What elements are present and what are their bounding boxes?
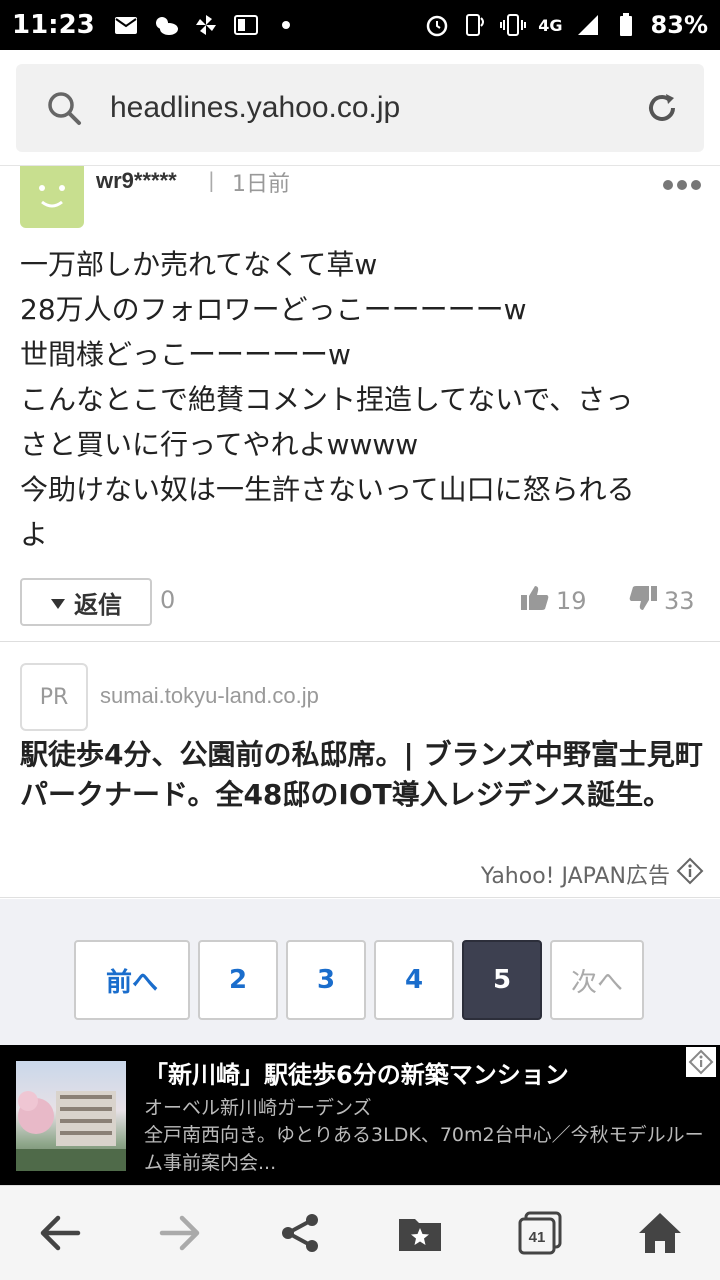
bookmarks-icon[interactable] <box>392 1205 448 1261</box>
comment-line: 今助けない奴は一生許さないって山口に怒られる <box>20 473 635 506</box>
ad-info-icon <box>676 857 704 891</box>
reply-label: 返信 <box>74 590 122 619</box>
reply-count: 0 <box>160 586 176 614</box>
banner-ad-description: 全戸南西向き。ゆとりある3LDK、70m2台中心／今秋モデルルーム事前案内会..… <box>144 1124 704 1174</box>
browser-toolbar: headlines.yahoo.co.jp <box>0 50 720 166</box>
dislike-count: 33 <box>664 587 695 615</box>
pinwheel-icon <box>193 13 219 37</box>
status-bar: 11:23 4G 83% <box>0 0 720 50</box>
tabs-icon[interactable]: 41 <box>512 1205 568 1261</box>
avatar[interactable] <box>20 166 84 228</box>
comment-time: 1日前 <box>232 172 290 197</box>
address-bar[interactable]: headlines.yahoo.co.jp <box>16 64 704 152</box>
page-2-button[interactable]: 2 <box>198 940 278 1020</box>
comment-line: さと買いに行ってやれよwwww <box>20 428 419 461</box>
phone-signal-icon <box>462 13 488 37</box>
next-page-button: 次へ <box>550 940 644 1020</box>
app-icon <box>233 13 259 37</box>
signal-icon <box>575 13 601 37</box>
thumbs-down-icon <box>628 584 658 618</box>
page-5-button-current[interactable]: 5 <box>462 940 542 1020</box>
pr-badge: PR <box>20 663 88 731</box>
share-icon[interactable] <box>272 1205 328 1261</box>
mail-icon <box>113 13 139 37</box>
tab-count: 41 <box>529 1229 546 1246</box>
meta-separator: | <box>208 168 215 192</box>
status-time: 11:23 <box>12 10 95 40</box>
reload-icon[interactable] <box>642 88 682 128</box>
back-arrow-icon[interactable] <box>32 1205 88 1261</box>
ad-info-icon[interactable] <box>686 1047 716 1077</box>
like-count: 19 <box>556 587 587 615</box>
pagination: 前へ 2 3 4 5 次へ <box>74 940 644 1020</box>
battery-icon <box>613 13 639 37</box>
ad-thumbnail <box>16 1061 126 1171</box>
battery-percent: 83% <box>650 11 708 39</box>
vibrate-icon <box>500 13 527 37</box>
comment-username[interactable]: wr9***** <box>96 168 177 194</box>
prev-page-button[interactable]: 前へ <box>74 940 190 1020</box>
dislike-button[interactable]: 33 <box>628 584 695 618</box>
banner-ad-subtitle: オーベル新川崎ガーデンズ <box>144 1097 372 1119</box>
more-options-icon[interactable] <box>662 176 702 190</box>
notification-icons <box>113 13 299 37</box>
system-icons: 4G 83% <box>424 11 708 39</box>
thumbs-up-icon <box>520 584 550 618</box>
page-4-button[interactable]: 4 <box>374 940 454 1020</box>
like-button[interactable]: 19 <box>520 584 587 618</box>
comment-line: 一万部しか売れてなくて草w <box>20 248 378 281</box>
browser-bottom-nav: 41 <box>0 1185 720 1280</box>
banner-ad-title[interactable]: 「新川崎」駅徒歩6分の新築マンション <box>144 1055 569 1090</box>
comment-line: 世間様どっこーーーーーw <box>20 338 351 371</box>
reply-button[interactable]: 返信 <box>20 578 152 626</box>
url-text[interactable]: headlines.yahoo.co.jp <box>110 91 400 125</box>
home-icon[interactable] <box>632 1205 688 1261</box>
comment-card: wr9***** | 1日前 一万部しか売れてなくて草w 28万人のフォロワーど… <box>0 166 720 642</box>
weather-icon <box>153 13 179 37</box>
comment-line: こんなとこで絶賛コメント捏造してないで、さっ <box>20 383 634 416</box>
network-type: 4G <box>538 15 563 35</box>
triangle-down-icon <box>50 588 66 616</box>
sponsored-ad[interactable]: PR sumai.tokyu-land.co.jp 駅徒歩4分、公園前の私邸席。… <box>0 643 720 898</box>
ad-provider: Yahoo! JAPAN広告 <box>480 864 670 889</box>
page-3-button[interactable]: 3 <box>286 940 366 1020</box>
dot-icon <box>273 13 299 37</box>
comment-body: 一万部しか売れてなくて草w 28万人のフォロワーどっこーーーーーw 世間様どっこ… <box>20 242 700 557</box>
alarm-icon <box>424 13 450 37</box>
comment-line: 28万人のフォロワーどっこーーーーーw <box>20 293 527 326</box>
ad-domain: sumai.tokyu-land.co.jp <box>100 683 319 708</box>
bottom-banner-ad[interactable]: 「新川崎」駅徒歩6分の新築マンション オーベル新川崎ガーデンズ 全戸南西向き。ゆ… <box>0 1045 720 1185</box>
ad-title[interactable]: 駅徒歩4分、公園前の私邸席。| ブランズ中野富士見町パークナード。全48邸のIO… <box>20 735 710 815</box>
comment-line: よ <box>20 518 49 551</box>
forward-arrow-icon <box>152 1205 208 1261</box>
ad-footer[interactable]: Yahoo! JAPAN広告 <box>481 857 704 891</box>
search-icon <box>44 88 84 128</box>
pagination-area: 前へ 2 3 4 5 次へ <box>0 899 720 1045</box>
